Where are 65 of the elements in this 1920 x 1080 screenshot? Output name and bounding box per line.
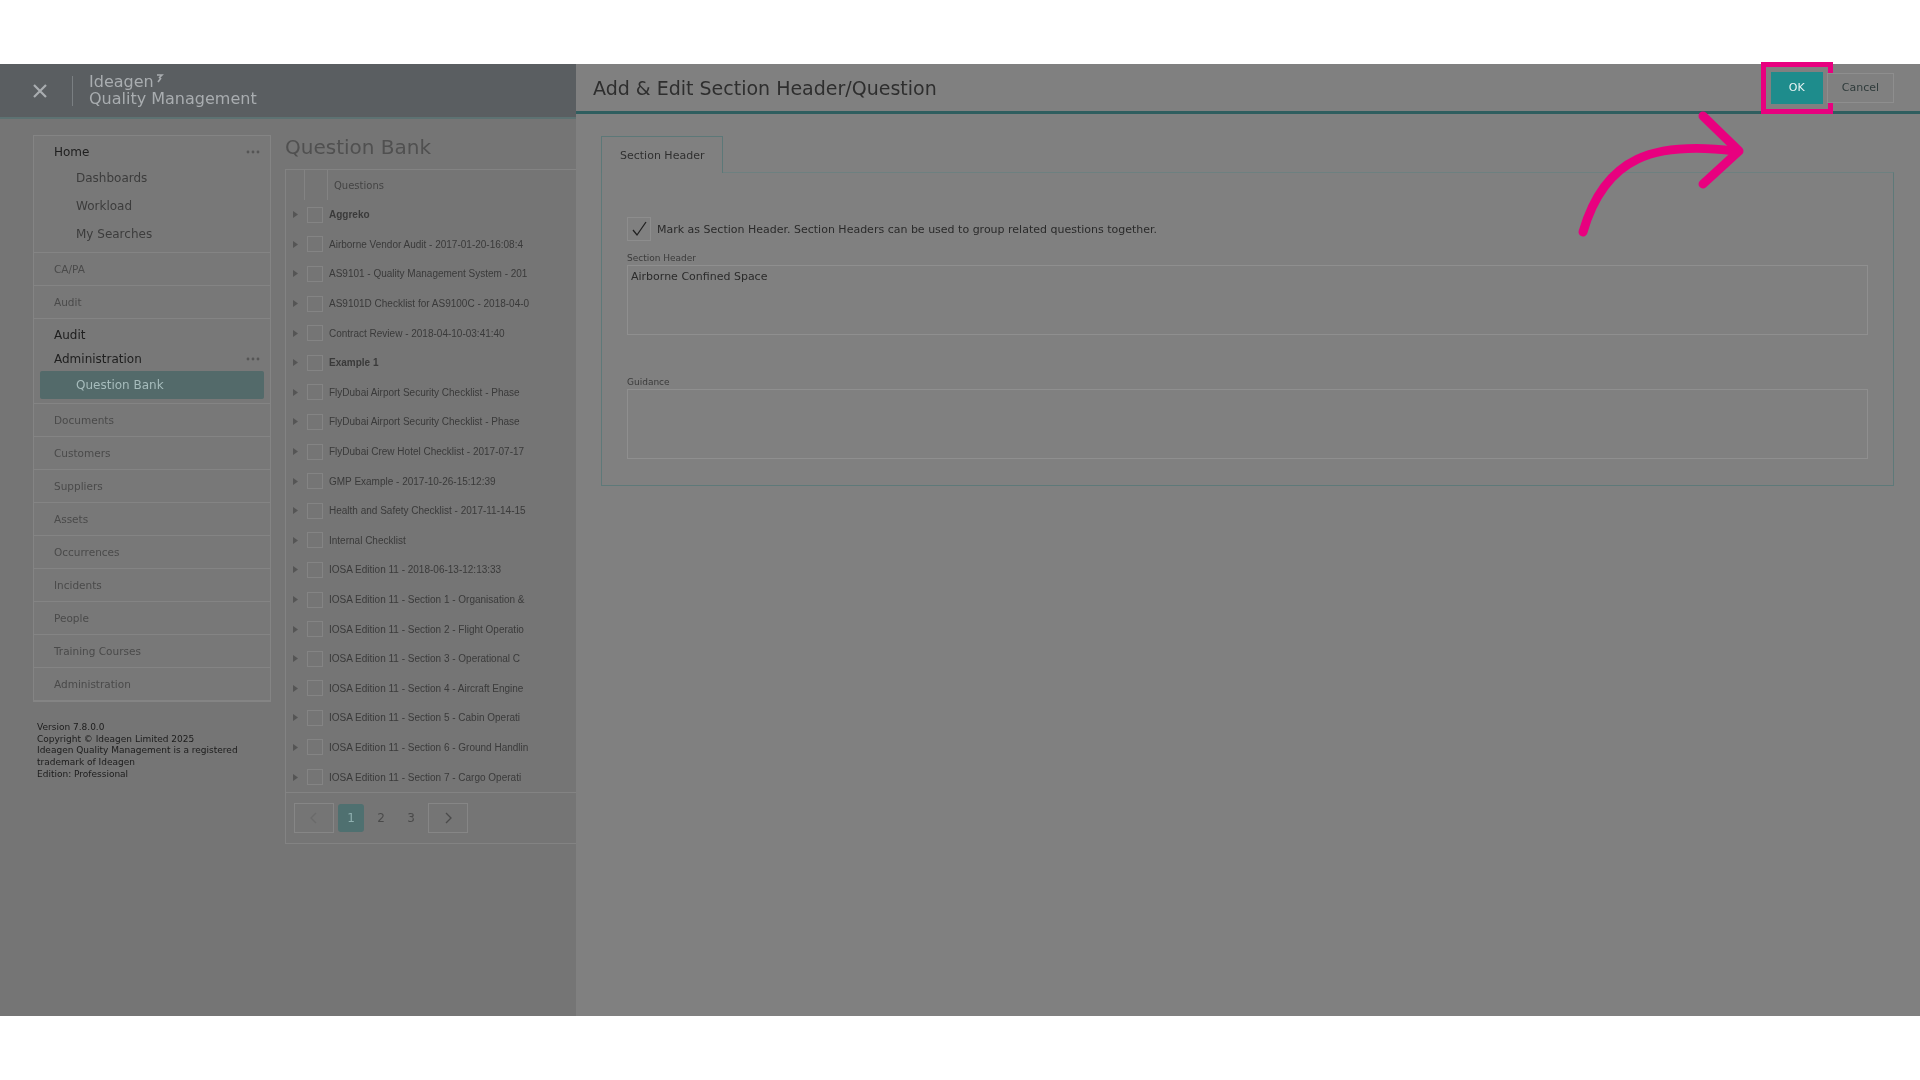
expand-icon[interactable] — [292, 507, 298, 515]
chevron-right-icon — [444, 811, 452, 824]
expand-icon[interactable] — [292, 773, 298, 781]
ok-button[interactable]: OK — [1770, 71, 1823, 104]
expand-icon[interactable] — [292, 684, 298, 692]
expand-icon[interactable] — [292, 596, 298, 603]
question-title[interactable]: Aggreko — [329, 209, 370, 221]
expand-icon[interactable] — [292, 536, 298, 544]
expand-icon[interactable] — [292, 714, 298, 722]
checkbox-label: Mark as Section Header. Section Headers can be used to group related questions together. — [657, 222, 1158, 236]
question-title[interactable]: Example 1 — [329, 357, 379, 369]
expand-icon[interactable] — [292, 655, 298, 663]
checkbox[interactable] — [627, 217, 651, 241]
brand-name: Ideagen — [89, 73, 154, 91]
question-title[interactable]: FlyDubai Crew Hotel Checklist - 2017-07-17 — [329, 446, 525, 458]
expand-icon[interactable] — [292, 359, 298, 367]
expand-icon[interactable] — [292, 477, 298, 485]
next-page-button[interactable] — [428, 802, 468, 833]
field-label: Guidance — [627, 377, 671, 387]
cancel-button[interactable]: Cancel — [1826, 72, 1894, 103]
question-title[interactable]: IOSA Edition 11 - 2018-06-13-12:13:33 — [329, 564, 502, 576]
expand-icon[interactable] — [292, 270, 298, 278]
question-title[interactable]: FlyDubai Airport Security Checklist - Phase — [329, 416, 520, 428]
expand-icon[interactable] — [292, 388, 298, 396]
product-name: Quality Management — [89, 90, 257, 108]
question-title[interactable]: AS9101D Checklist for AS9100C - 2018-04-0 — [329, 298, 530, 310]
sidebar-item[interactable]: Administration — [54, 352, 142, 366]
expand-icon[interactable] — [292, 240, 298, 248]
sidebar-item[interactable]: Audit — [54, 328, 86, 342]
footer-text: Copyright © Ideagen Limited 2025 — [37, 733, 196, 746]
page-button[interactable]: 1 — [338, 803, 364, 832]
question-title[interactable]: AS9101 - Quality Management System - 201 — [329, 268, 528, 280]
expand-icon[interactable] — [292, 300, 298, 308]
tab[interactable]: Section Header — [601, 136, 724, 173]
sidebar-subitem[interactable]: My Searches — [40, 220, 264, 248]
more-icon[interactable] — [246, 357, 260, 361]
question-title[interactable]: IOSA Edition 11 - Section 4 - Aircraft Engine — [329, 682, 524, 694]
expand-icon[interactable] — [292, 625, 298, 633]
expand-icon[interactable] — [292, 418, 298, 426]
question-title[interactable]: Health and Safety Checklist - 2017-11-14-15 — [329, 505, 526, 517]
close-icon[interactable] — [32, 82, 48, 99]
footer-text: Edition: Professional — [37, 768, 130, 781]
question-title[interactable]: GMP Example - 2017-10-26-15:12:39 — [329, 475, 496, 487]
footer-text: Ideagen Quality Management is a registered trademark of Ideagen — [37, 745, 239, 769]
expand-icon[interactable] — [292, 211, 298, 219]
question-title[interactable]: IOSA Edition 11 - Section 7 - Cargo Operati — [329, 771, 522, 783]
sidebar-subitem[interactable]: Question Bank — [40, 371, 264, 399]
expand-icon[interactable] — [292, 566, 298, 574]
expand-icon[interactable] — [292, 329, 298, 337]
question-title[interactable]: FlyDubai Airport Security Checklist - Phase — [329, 386, 520, 398]
question-title[interactable]: Contract Review - 2018-04-10-03:41:40 — [329, 327, 505, 339]
expand-icon[interactable] — [292, 448, 298, 456]
sidebar-item[interactable]: Home — [54, 145, 90, 159]
question-title[interactable]: Internal Checklist — [329, 534, 406, 546]
text-area[interactable]: Airborne Confined Space — [627, 265, 1868, 335]
footer-text: Version 7.8.0.0 — [37, 722, 106, 734]
logo-icon — [154, 73, 164, 83]
more-icon[interactable] — [246, 150, 260, 154]
dialog-title: Add & Edit Section Header/Question — [593, 76, 937, 99]
previous-page-button[interactable] — [294, 802, 334, 833]
question-title[interactable]: Airborne Vendor Audit - 2017-01-20-16:08:4 — [329, 238, 524, 250]
sidebar-subitem[interactable]: Dashboards — [40, 164, 264, 192]
sidebar-subitem[interactable]: Workload — [40, 192, 264, 220]
expand-icon[interactable] — [292, 744, 298, 751]
field-label: Section Header — [627, 253, 698, 263]
